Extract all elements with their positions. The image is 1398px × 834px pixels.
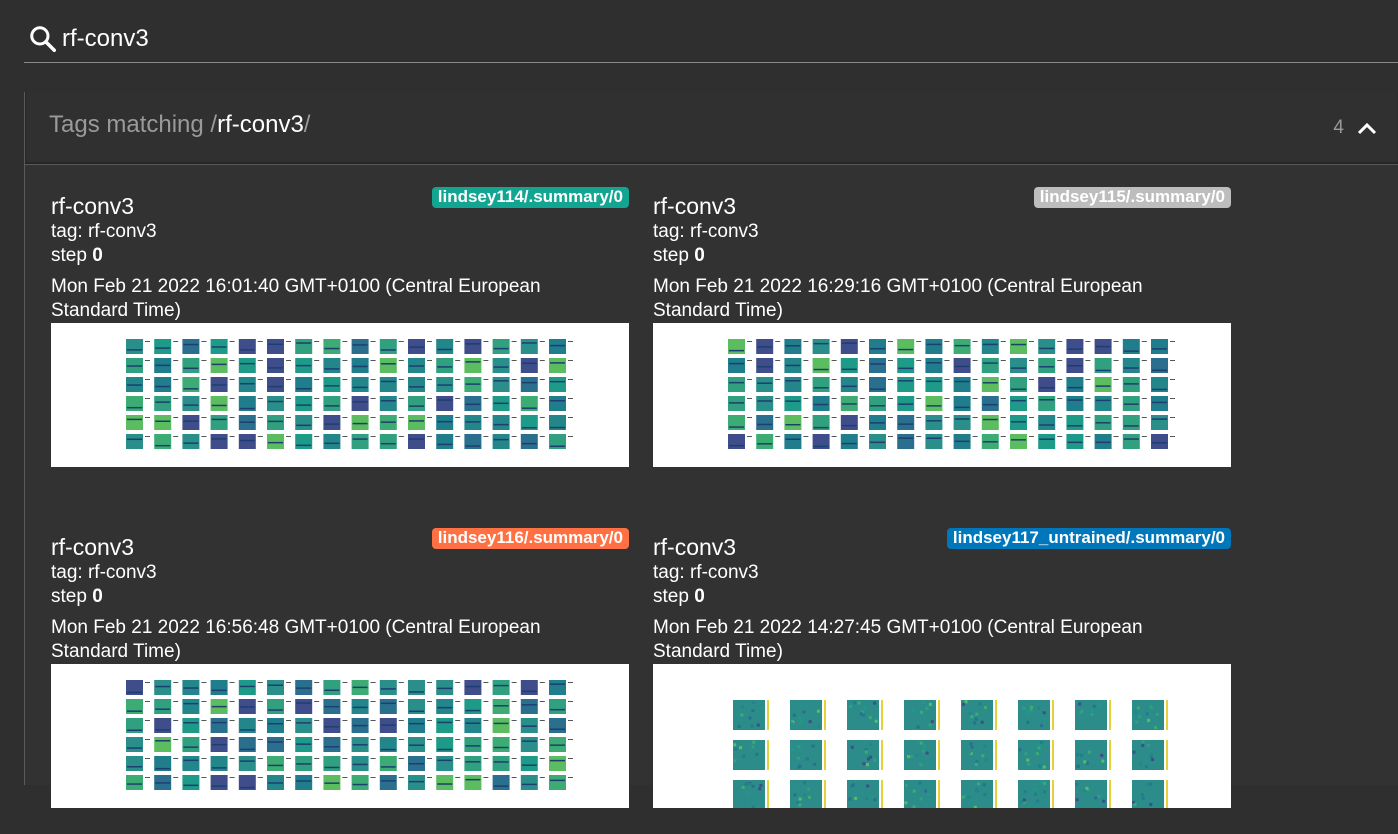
run-badge[interactable]: lindsey117_untrained/.summary/0 bbox=[946, 528, 1231, 549]
summary-image[interactable] bbox=[653, 323, 1231, 467]
step-label: step bbox=[653, 245, 695, 266]
image-card: rf-conv3 lindsey115/.summary/0 tag: rf-c… bbox=[653, 187, 1231, 493]
card-timestamp: Mon Feb 21 2022 16:29:16 GMT+0100 (Centr… bbox=[653, 276, 1143, 321]
search-bar bbox=[24, 18, 1398, 63]
card-step: step 0 bbox=[51, 245, 103, 267]
panel-title: Tags matching /rf-conv3/ bbox=[49, 111, 310, 139]
step-value: 0 bbox=[694, 245, 705, 266]
tag-group-panel: Tags matching /rf-conv3/ 4 rf-conv3 lind… bbox=[24, 92, 1398, 808]
card-title: rf-conv3 bbox=[653, 534, 737, 560]
image-card: rf-conv3 lindsey116/.summary/0 tag: rf-c… bbox=[51, 528, 629, 834]
step-label: step bbox=[51, 245, 93, 266]
run-badge[interactable]: lindsey114/.summary/0 bbox=[431, 187, 629, 208]
search-icon[interactable] bbox=[28, 24, 58, 54]
card-timestamp: Mon Feb 21 2022 16:56:48 GMT+0100 (Centr… bbox=[51, 617, 541, 662]
step-value: 0 bbox=[92, 586, 103, 607]
card-timestamp: Mon Feb 21 2022 14:27:45 GMT+0100 (Centr… bbox=[653, 617, 1143, 662]
run-badge[interactable]: lindsey115/.summary/0 bbox=[1033, 187, 1231, 208]
card-step: step 0 bbox=[653, 245, 705, 267]
card-title: rf-conv3 bbox=[653, 193, 737, 219]
title-regex: rf-conv3 bbox=[217, 111, 304, 138]
card-title: rf-conv3 bbox=[51, 534, 135, 560]
summary-image[interactable] bbox=[653, 664, 1231, 808]
match-count: 4 bbox=[1333, 117, 1344, 138]
title-prefix: Tags matching / bbox=[49, 111, 218, 138]
card-step: step 0 bbox=[653, 586, 705, 608]
step-label: step bbox=[51, 586, 93, 607]
step-label: step bbox=[653, 586, 695, 607]
card-title: rf-conv3 bbox=[51, 193, 135, 219]
summary-image[interactable] bbox=[51, 323, 629, 467]
title-suffix: / bbox=[303, 111, 311, 138]
chevron-up-icon[interactable] bbox=[1355, 116, 1379, 140]
image-card: rf-conv3 lindsey117_untrained/.summary/0… bbox=[653, 528, 1231, 834]
card-tag: tag: rf-conv3 bbox=[51, 221, 157, 242]
summary-image[interactable] bbox=[51, 664, 629, 808]
image-card: rf-conv3 lindsey114/.summary/0 tag: rf-c… bbox=[51, 187, 629, 493]
panel-header[interactable]: Tags matching /rf-conv3/ 4 bbox=[25, 92, 1398, 165]
step-value: 0 bbox=[694, 586, 705, 607]
card-timestamp: Mon Feb 21 2022 16:01:40 GMT+0100 (Centr… bbox=[51, 276, 541, 321]
card-tag: tag: rf-conv3 bbox=[653, 221, 759, 242]
run-badge[interactable]: lindsey116/.summary/0 bbox=[431, 528, 629, 549]
card-tag: tag: rf-conv3 bbox=[51, 562, 157, 583]
card-tag: tag: rf-conv3 bbox=[653, 562, 759, 583]
card-step: step 0 bbox=[51, 586, 103, 608]
search-input[interactable] bbox=[62, 22, 962, 56]
step-value: 0 bbox=[92, 245, 103, 266]
